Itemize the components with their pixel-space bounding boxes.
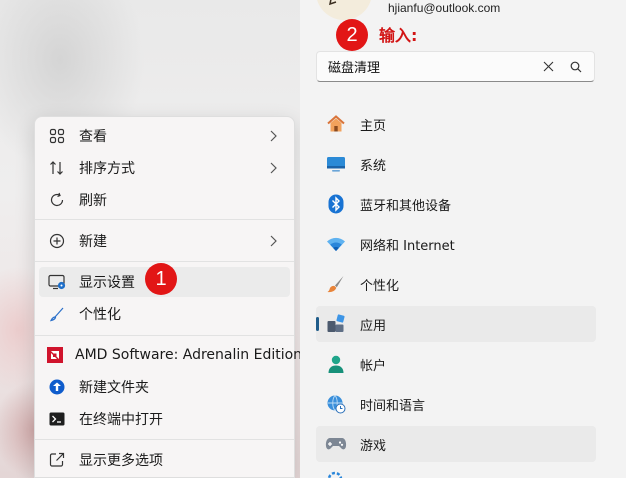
menu-item-label: 个性化 bbox=[79, 307, 121, 323]
menu-separator bbox=[35, 219, 294, 220]
menu-item-label: 显示设置 bbox=[79, 275, 135, 291]
more-options-icon bbox=[47, 450, 67, 470]
menu-item-open-terminal[interactable]: 在终端中打开 bbox=[39, 404, 290, 434]
gamepad-icon bbox=[325, 433, 347, 455]
system-icon bbox=[325, 153, 347, 175]
nav-item-label: 应用 bbox=[360, 318, 387, 334]
nav-item-personalization[interactable]: 个性化 bbox=[316, 266, 596, 302]
menu-item-sort-by[interactable]: 排序方式 bbox=[39, 153, 290, 183]
terminal-icon bbox=[47, 409, 67, 429]
menu-item-refresh[interactable]: 刷新 bbox=[39, 185, 290, 215]
globe-clock-icon bbox=[325, 393, 347, 415]
menu-item-amd-software[interactable]: AMD Software: Adrenalin Edition bbox=[39, 340, 302, 370]
menu-item-label: 新建 bbox=[79, 234, 107, 250]
chevron-right-icon bbox=[266, 235, 280, 247]
nav-item-apps[interactable]: 应用 bbox=[316, 306, 596, 342]
chevron-right-icon bbox=[266, 130, 280, 142]
settings-search-box bbox=[316, 51, 595, 82]
display-settings-icon bbox=[47, 272, 67, 292]
sort-icon bbox=[47, 158, 67, 178]
menu-item-show-more-options[interactable]: 显示更多选项 bbox=[39, 445, 290, 475]
nav-item-label: 系统 bbox=[360, 158, 387, 174]
nav-item-label: 网络和 Internet bbox=[360, 238, 455, 254]
menu-item-label: 新建文件夹 bbox=[79, 380, 149, 396]
menu-item-label: 显示更多选项 bbox=[79, 453, 163, 469]
menu-separator bbox=[35, 335, 294, 336]
menu-item-label: 排序方式 bbox=[79, 161, 135, 177]
avatar[interactable] bbox=[316, 0, 372, 20]
amd-logo-icon bbox=[47, 345, 63, 365]
account-icon bbox=[325, 353, 347, 375]
nav-item-accounts[interactable]: 帐户 bbox=[316, 346, 596, 382]
grid-icon bbox=[47, 126, 67, 146]
nav-item-home[interactable]: 主页 bbox=[316, 106, 596, 142]
nav-item-label: 主页 bbox=[360, 118, 387, 134]
new-folder-icon bbox=[47, 377, 67, 397]
menu-item-view[interactable]: 查看 bbox=[39, 121, 290, 151]
nav-item-gaming[interactable]: 游戏 bbox=[316, 426, 596, 462]
menu-item-label: AMD Software: Adrenalin Edition bbox=[75, 347, 303, 363]
menu-item-new-folder[interactable]: 新建文件夹 bbox=[39, 372, 290, 402]
account-email: hjianfu@outlook.com bbox=[388, 1, 501, 15]
menu-separator bbox=[35, 261, 294, 262]
refresh-icon bbox=[47, 190, 67, 210]
nav-item-label: 个性化 bbox=[360, 278, 400, 294]
apps-icon bbox=[325, 313, 347, 335]
menu-separator bbox=[35, 439, 294, 440]
bluetooth-icon bbox=[325, 193, 347, 215]
nav-item-label: 蓝牙和其他设备 bbox=[360, 198, 452, 214]
clear-icon[interactable] bbox=[534, 53, 562, 81]
home-icon bbox=[325, 113, 347, 135]
selection-indicator bbox=[316, 317, 319, 331]
chevron-right-icon bbox=[266, 162, 280, 174]
nav-item-bluetooth[interactable]: 蓝牙和其他设备 bbox=[316, 186, 596, 222]
settings-window: hjianfu@outlook.com 2 输入: 主页 bbox=[300, 0, 626, 478]
nav-item-label: 时间和语言 bbox=[360, 398, 426, 414]
menu-item-personalize[interactable]: 个性化 bbox=[39, 299, 290, 329]
search-input[interactable] bbox=[317, 59, 534, 74]
desktop-context-menu: 查看 排序方式 刷新 新建 显示设置 个性化 AMD Software: Adr… bbox=[34, 116, 302, 478]
nav-item-label: 帐户 bbox=[360, 358, 387, 374]
add-circle-icon bbox=[47, 231, 67, 251]
menu-item-label: 在终端中打开 bbox=[79, 412, 163, 428]
brush-icon bbox=[47, 304, 67, 324]
input-hint-label: 输入: bbox=[379, 26, 418, 45]
search-icon[interactable] bbox=[562, 53, 590, 81]
step-2-badge: 2 bbox=[336, 19, 368, 51]
menu-item-label: 查看 bbox=[79, 129, 107, 145]
paintbrush-icon bbox=[325, 273, 347, 295]
nav-item-network[interactable]: 网络和 Internet bbox=[316, 226, 596, 262]
step-1-badge: 1 bbox=[145, 263, 177, 295]
menu-item-label: 刷新 bbox=[79, 193, 107, 209]
wifi-icon bbox=[325, 233, 347, 255]
menu-item-new[interactable]: 新建 bbox=[39, 226, 290, 256]
nav-item-label: 游戏 bbox=[360, 438, 387, 454]
nav-item-time-language[interactable]: 时间和语言 bbox=[316, 386, 596, 422]
nav-item-system[interactable]: 系统 bbox=[316, 146, 596, 182]
partial-nav-icon bbox=[326, 470, 344, 478]
